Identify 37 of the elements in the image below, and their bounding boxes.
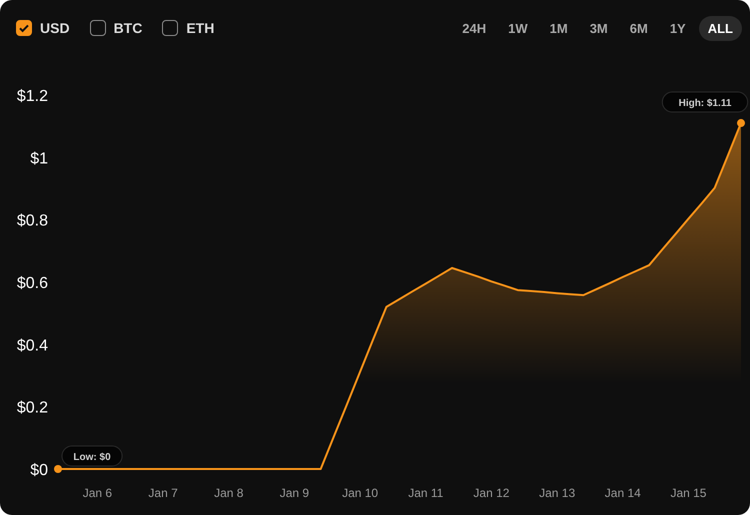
axis-label: $1.2 [16, 88, 48, 105]
range-tab[interactable]: 3M [580, 16, 617, 40]
axis-label: Jan 10 [342, 486, 378, 500]
axis-label: Jan 15 [670, 486, 706, 500]
axis-label: Jan 12 [473, 486, 510, 500]
point-marker [737, 119, 745, 128]
axis-label: $1 [30, 150, 48, 168]
range-tab[interactable]: 24H [453, 16, 496, 40]
range-tab[interactable]: 1M [540, 16, 577, 40]
checkbox[interactable] [16, 20, 32, 36]
currency-label[interactable]: BTC [114, 20, 142, 36]
currency-label[interactable]: ETH [186, 20, 214, 36]
axis-label: Jan 8 [214, 486, 244, 500]
axis-label: Jan 6 [82, 486, 112, 500]
point-marker [54, 465, 62, 473]
axis-label: Jan 7 [148, 486, 178, 500]
checkbox[interactable] [162, 20, 178, 36]
value-tag: Low: $0 [62, 446, 123, 466]
value-tag: High: $1.11 [662, 92, 748, 113]
axis-label: Jan 9 [280, 486, 310, 500]
axis-label: Jan 14 [604, 486, 641, 500]
range-tab[interactable]: 1W [499, 16, 537, 40]
axis-label: $0.8 [16, 212, 48, 230]
axis-label: $0.4 [16, 337, 48, 354]
check-icon [18, 22, 30, 34]
range-tab[interactable]: 6M [620, 16, 657, 40]
range-tab[interactable]: ALL [698, 16, 742, 40]
axis-label: Jan 13 [539, 486, 576, 500]
axis-label: $0.6 [16, 275, 48, 292]
currency-label[interactable]: USD [40, 20, 70, 36]
axis-label: $0.2 [16, 400, 48, 417]
annotation: High: $1.11 [678, 98, 732, 110]
range-tab[interactable]: 1Y [660, 16, 695, 40]
annotation: Low: $0 [73, 452, 112, 463]
axis-label: $0 [30, 462, 48, 479]
axis-label: Jan 11 [408, 486, 444, 500]
checkbox[interactable] [90, 20, 106, 36]
